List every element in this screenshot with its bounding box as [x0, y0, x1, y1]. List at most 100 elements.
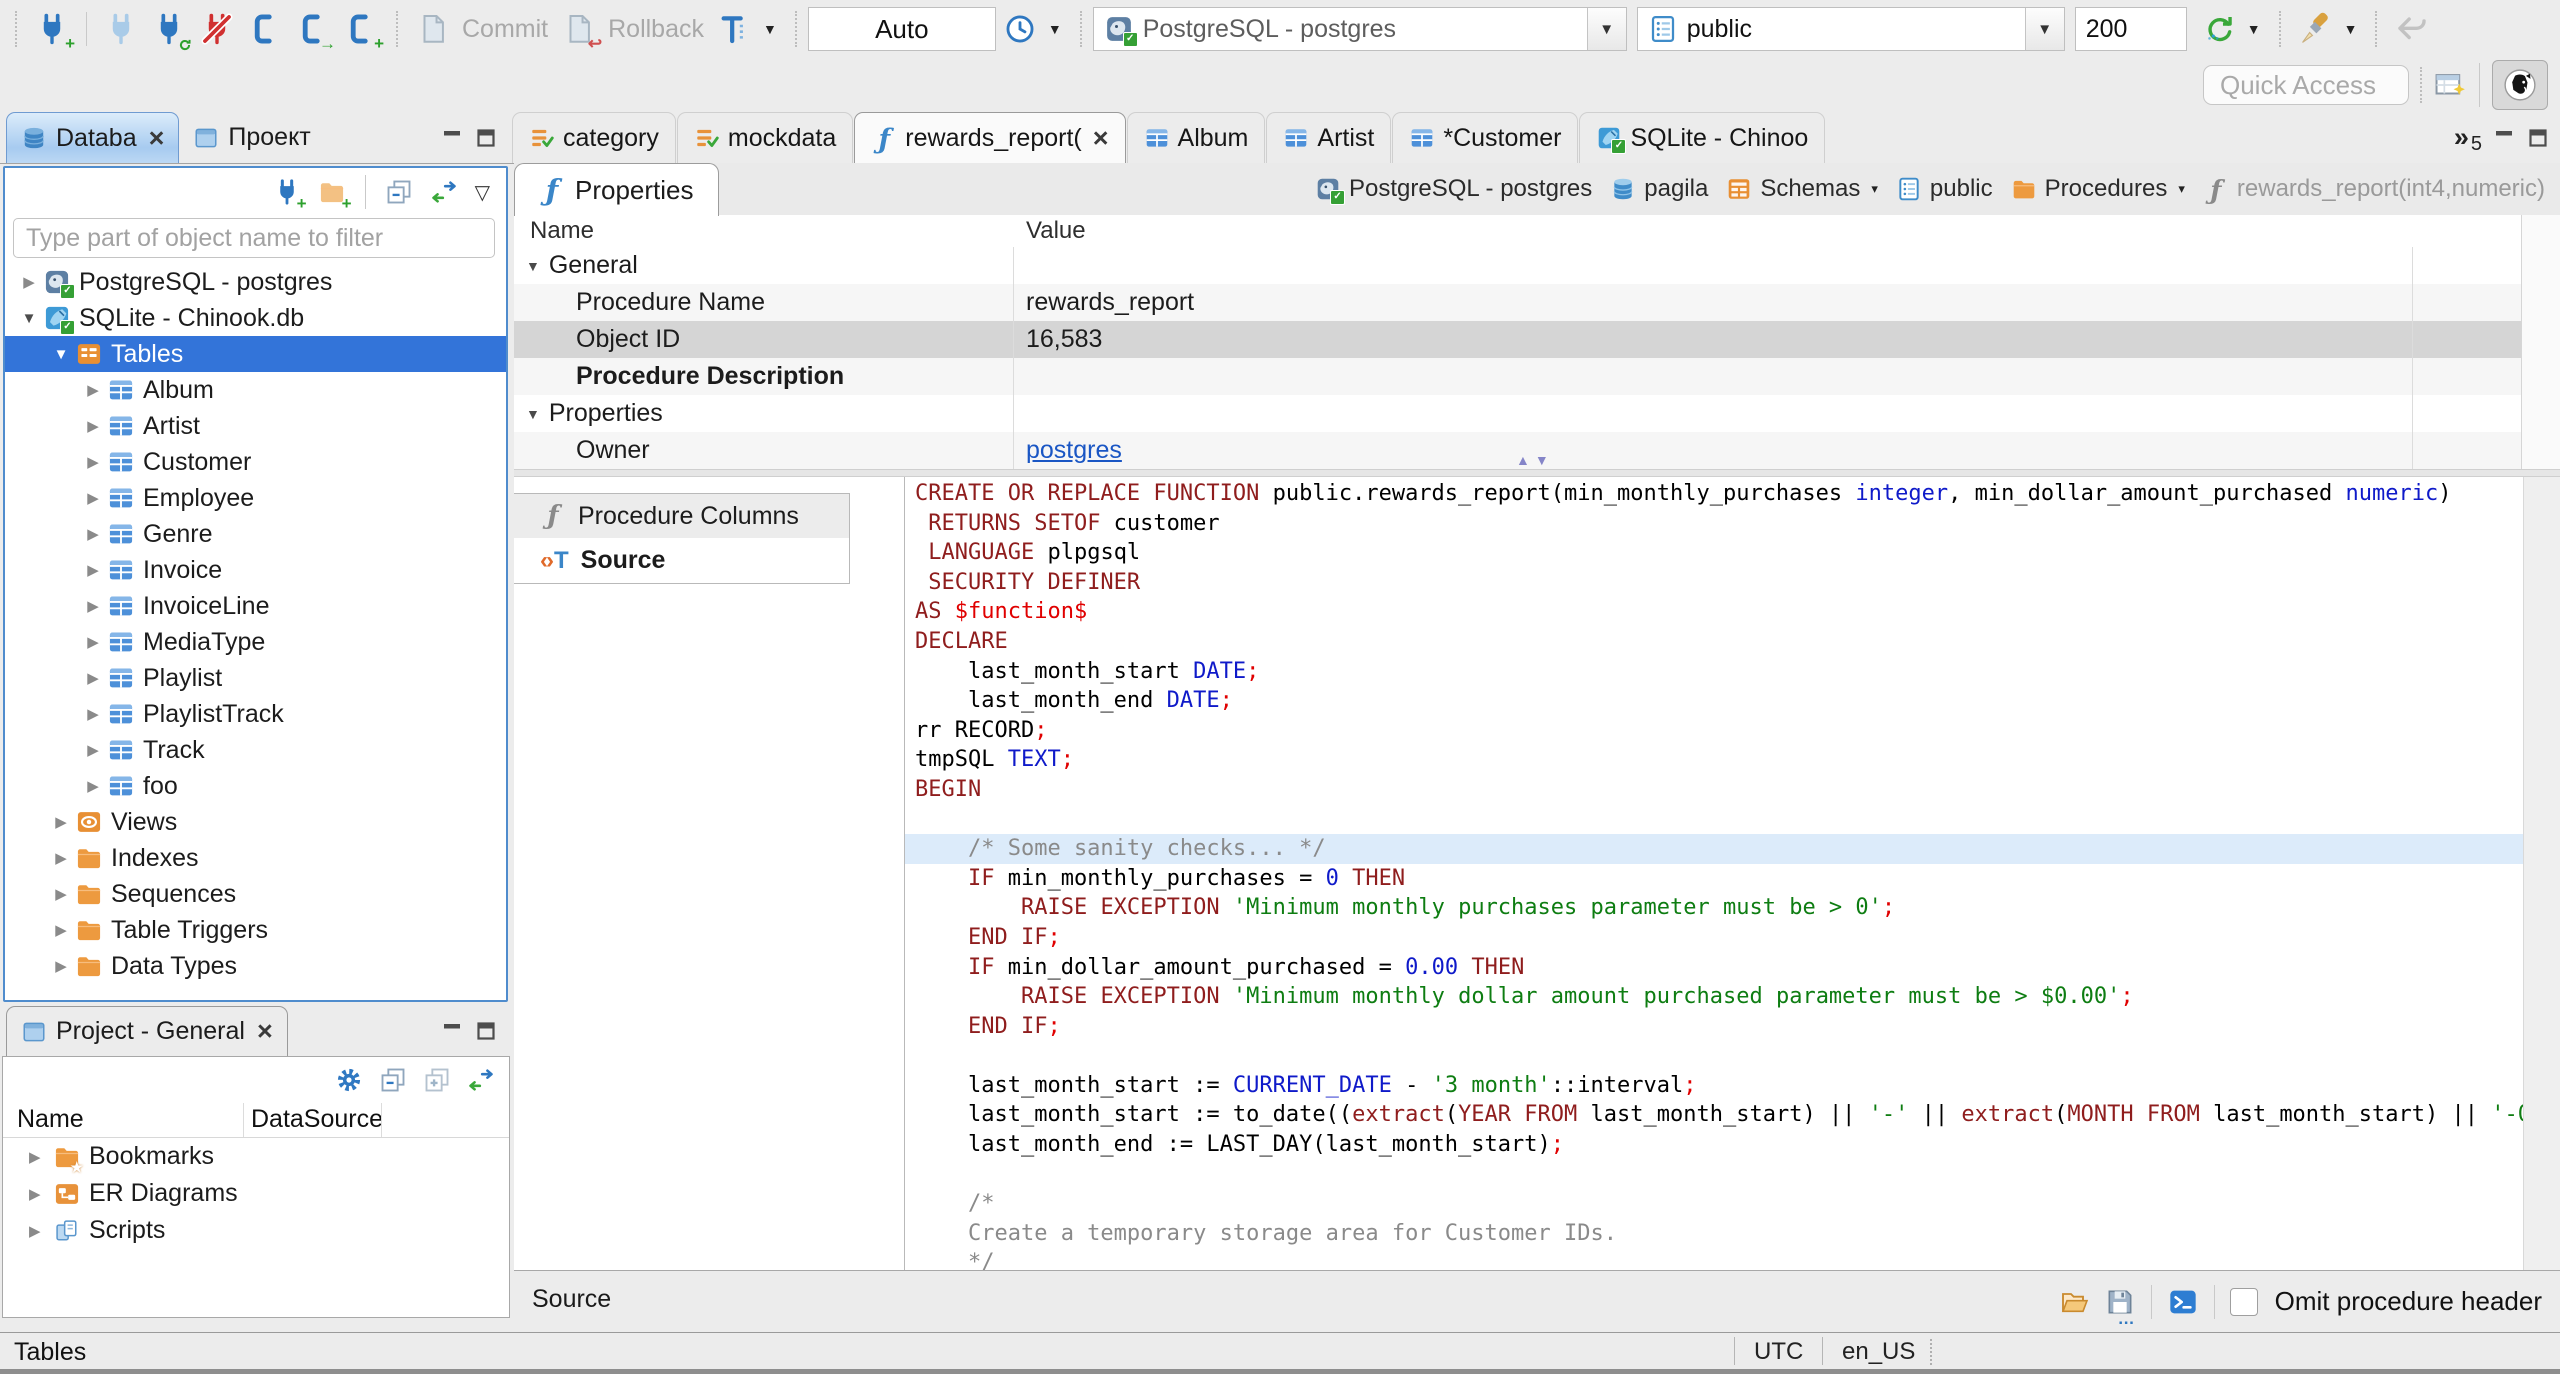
editor-tab-album[interactable]: Album	[1126, 112, 1266, 163]
chevron-collapsed-icon[interactable]: ▶	[81, 453, 105, 471]
breadcrumb-pagila[interactable]: pagila	[1601, 175, 1717, 203]
schema-combo-arrow[interactable]: ▼	[2024, 8, 2064, 50]
chevron-collapsed-icon[interactable]: ▶	[81, 777, 105, 795]
dbeaver-perspective-button[interactable]	[2492, 60, 2548, 110]
view-menu-icon[interactable]: ▽	[475, 180, 490, 205]
chevron-collapsed-icon[interactable]: ▶	[49, 885, 73, 903]
tree-item-employee[interactable]: ▶ Employee	[5, 480, 506, 516]
project-item-er-diagrams[interactable]: ▶ ER Diagrams	[3, 1175, 509, 1212]
close-icon[interactable]: ×	[149, 124, 165, 152]
tree-item-table-triggers[interactable]: ▶ Table Triggers	[5, 912, 506, 948]
connection-combo[interactable]: ✓ PostgreSQL - postgres ▼	[1092, 7, 1627, 51]
editor-tab-sqlite-chinoo[interactable]: ✓ SQLite - Chinoo	[1579, 112, 1826, 163]
chevron-collapsed-icon[interactable]: ▶	[81, 525, 105, 543]
link-editor-icon[interactable]	[430, 178, 458, 206]
sash-divider[interactable]	[514, 469, 2560, 477]
chevron-collapsed-icon[interactable]: ▶	[17, 273, 41, 291]
tree-item-views[interactable]: ▶ Views	[5, 804, 506, 840]
chevron-collapsed-icon[interactable]: ▶	[49, 849, 73, 867]
chevron-collapsed-icon[interactable]: ▶	[29, 1222, 51, 1240]
tree-item-artist[interactable]: ▶ Artist	[5, 408, 506, 444]
breadcrumb-schemas[interactable]: Schemas ▾	[1717, 175, 1887, 203]
sash-collapse-arrows[interactable]: ▲▼	[1516, 452, 1554, 468]
editor-tab-rewards-report[interactable]: ƒ rewards_report(×	[854, 112, 1126, 163]
tree-item-sequences[interactable]: ▶ Sequences	[5, 876, 506, 912]
commit-mode-combo[interactable]: Auto	[807, 7, 996, 51]
transaction-log-button[interactable]: ▼	[711, 12, 784, 46]
chevron-collapsed-icon[interactable]: ▶	[81, 741, 105, 759]
chevron-collapsed-icon[interactable]: ▶	[81, 561, 105, 579]
tree-item-track[interactable]: ▶ Track	[5, 732, 506, 768]
chevron-collapsed-icon[interactable]: ▶	[81, 705, 105, 723]
editor-tab-artist[interactable]: Artist	[1266, 112, 1392, 163]
property-row-object-id[interactable]: Object ID 16,583	[514, 321, 2560, 358]
link-editor-icon[interactable]	[467, 1066, 495, 1094]
maximize-icon[interactable]	[474, 1019, 498, 1043]
tree-item-playlist[interactable]: ▶ Playlist	[5, 660, 506, 696]
chevron-expanded-icon[interactable]: ▼	[49, 346, 73, 363]
chevron-collapsed-icon[interactable]: ▶	[81, 417, 105, 435]
source-viewer[interactable]: CREATE OR REPLACE FUNCTION public.reward…	[905, 477, 2560, 1270]
chevron-collapsed-icon[interactable]: ▶	[29, 1148, 51, 1166]
tree-item-invoice[interactable]: ▶ Invoice	[5, 552, 506, 588]
grid-column-divider[interactable]	[1013, 247, 1014, 469]
tree-item-indexes[interactable]: ▶ Indexes	[5, 840, 506, 876]
minimize-icon[interactable]	[2492, 126, 2516, 150]
property-row-procedure-name[interactable]: Procedure Name rewards_report	[514, 284, 2560, 321]
chevron-collapsed-icon[interactable]: ▶	[81, 597, 105, 615]
chevron-collapsed-icon[interactable]: ▶	[81, 489, 105, 507]
gear-icon[interactable]	[335, 1066, 363, 1094]
sql-format-button[interactable]: ▼	[2292, 12, 2365, 46]
minimize-icon[interactable]	[440, 126, 464, 150]
omit-header-checkbox[interactable]	[2229, 1287, 2258, 1316]
maximize-icon[interactable]	[2526, 126, 2550, 150]
chevron-down-icon[interactable]: ▾	[2178, 181, 2185, 197]
project-item-scripts[interactable]: ▶ Scripts	[3, 1212, 509, 1249]
tab-source[interactable]: ‹› T Source	[514, 538, 850, 584]
property-value[interactable]: postgres	[1026, 436, 1122, 465]
tab-procedure-columns[interactable]: ƒ Procedure Columns	[514, 493, 850, 539]
collapse-all-icon[interactable]	[385, 178, 413, 206]
fetch-size-input[interactable]	[2074, 7, 2187, 51]
new-connection-button[interactable]: +	[28, 12, 76, 52]
transaction-jump-button[interactable]: →	[289, 12, 337, 52]
rollback-button[interactable]: ↩ Rollback	[555, 12, 711, 52]
tree-item-genre[interactable]: ▶ Genre	[5, 516, 506, 552]
tab-project-explorer[interactable]: Проект	[179, 112, 324, 163]
property-row-general[interactable]: ▼ General	[514, 247, 2560, 284]
chevron-collapsed-icon[interactable]: ▶	[49, 813, 73, 831]
breadcrumb-postgresql-postgres[interactable]: ✓ PostgreSQL - postgres	[1306, 175, 1601, 205]
collapse-all-icon[interactable]	[379, 1066, 407, 1094]
chevron-collapsed-icon[interactable]: ▶	[49, 957, 73, 975]
tree-item-sqlite-chinook-db[interactable]: ▼ ✓ SQLite - Chinook.db	[5, 300, 506, 336]
breadcrumb-rewards-report-int4-numeric[interactable]: ƒ rewards_report(int4,numeric)	[2194, 175, 2554, 206]
transaction-button[interactable]	[241, 12, 289, 46]
chevron-down-icon[interactable]: ▾	[1871, 181, 1878, 197]
status-locale[interactable]: en_US	[1842, 1338, 1915, 1366]
tree-item-data-types[interactable]: ▶ Data Types	[5, 948, 506, 984]
property-row-properties[interactable]: ▼ Properties	[514, 395, 2560, 432]
transaction-new-button[interactable]: +	[337, 12, 385, 52]
close-icon[interactable]: ×	[1093, 124, 1109, 152]
history-button[interactable]: ▼	[996, 12, 1069, 46]
tree-item-customer[interactable]: ▶ Customer	[5, 444, 506, 480]
grid-column-name[interactable]: Name	[530, 217, 594, 245]
disconnect-button[interactable]	[193, 12, 241, 46]
breadcrumb-public[interactable]: public	[1887, 175, 2002, 203]
maximize-icon[interactable]	[474, 126, 498, 150]
object-filter-input[interactable]	[13, 218, 495, 258]
tree-item-mediatype[interactable]: ▶ MediaType	[5, 624, 506, 660]
expand-all-icon[interactable]	[423, 1066, 451, 1094]
chevron-expanded-icon[interactable]: ▼	[526, 406, 540, 422]
tab-properties[interactable]: ƒ Properties	[514, 163, 719, 216]
tab-overflow-button[interactable]: » 5	[2444, 112, 2492, 163]
schema-combo[interactable]: public ▼	[1636, 7, 2065, 51]
chevron-collapsed-icon[interactable]: ▶	[81, 669, 105, 687]
grid-scrollbar[interactable]	[2521, 215, 2560, 469]
connection-combo-arrow[interactable]: ▼	[1586, 8, 1626, 50]
new-folder-icon[interactable]: +	[318, 178, 352, 212]
property-row-procedure-description[interactable]: Procedure Description	[514, 358, 2560, 395]
status-timezone[interactable]: UTC	[1754, 1338, 1803, 1366]
close-icon[interactable]: ×	[257, 1018, 273, 1045]
perspective-icon[interactable]	[2433, 68, 2467, 102]
